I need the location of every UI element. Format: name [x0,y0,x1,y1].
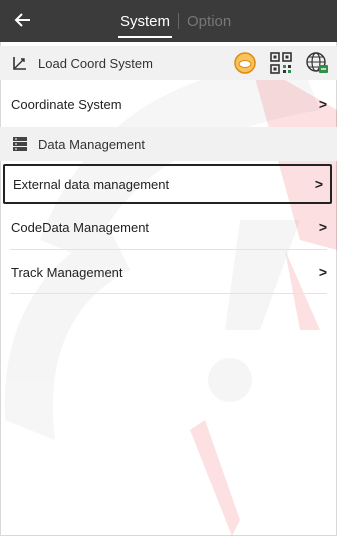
coordinate-axes-icon [13,57,26,70]
track-management-label: Track Management [11,264,123,280]
tab-option[interactable]: Option [179,0,239,42]
data-management-label: Data Management [38,136,145,152]
codedata-management-label: CodeData Management [11,219,150,235]
coordinate-system-label: Coordinate System [11,96,122,112]
row-external-data-management[interactable]: External data management > [3,164,332,204]
qr-code-icon[interactable] [269,51,293,75]
data-management-bar: Data Management [0,127,337,161]
top-bar: System Option [0,0,337,42]
badge-icon[interactable] [233,51,257,75]
row-codedata-management[interactable]: CodeData Management > [0,207,337,247]
load-coord-system-label: Load Coord System [38,55,153,71]
row-divider [10,293,327,294]
chevron-right-icon: > [314,176,323,192]
database-icon [13,137,27,151]
load-coord-system-bar[interactable]: Load Coord System [0,46,337,80]
globe-icon[interactable] [305,51,329,75]
chevron-right-icon: > [318,219,327,235]
row-coordinate-system[interactable]: Coordinate System > [0,84,337,124]
row-divider [10,249,327,250]
back-arrow-icon[interactable] [12,9,34,31]
external-data-management-label: External data management [13,176,170,192]
coord-tools [233,51,329,75]
chevron-right-icon: > [318,264,327,280]
chevron-right-icon: > [318,96,327,112]
row-track-management[interactable]: Track Management > [0,252,337,292]
tab-system[interactable]: System [112,0,178,42]
tab-bar: System Option [112,0,239,42]
